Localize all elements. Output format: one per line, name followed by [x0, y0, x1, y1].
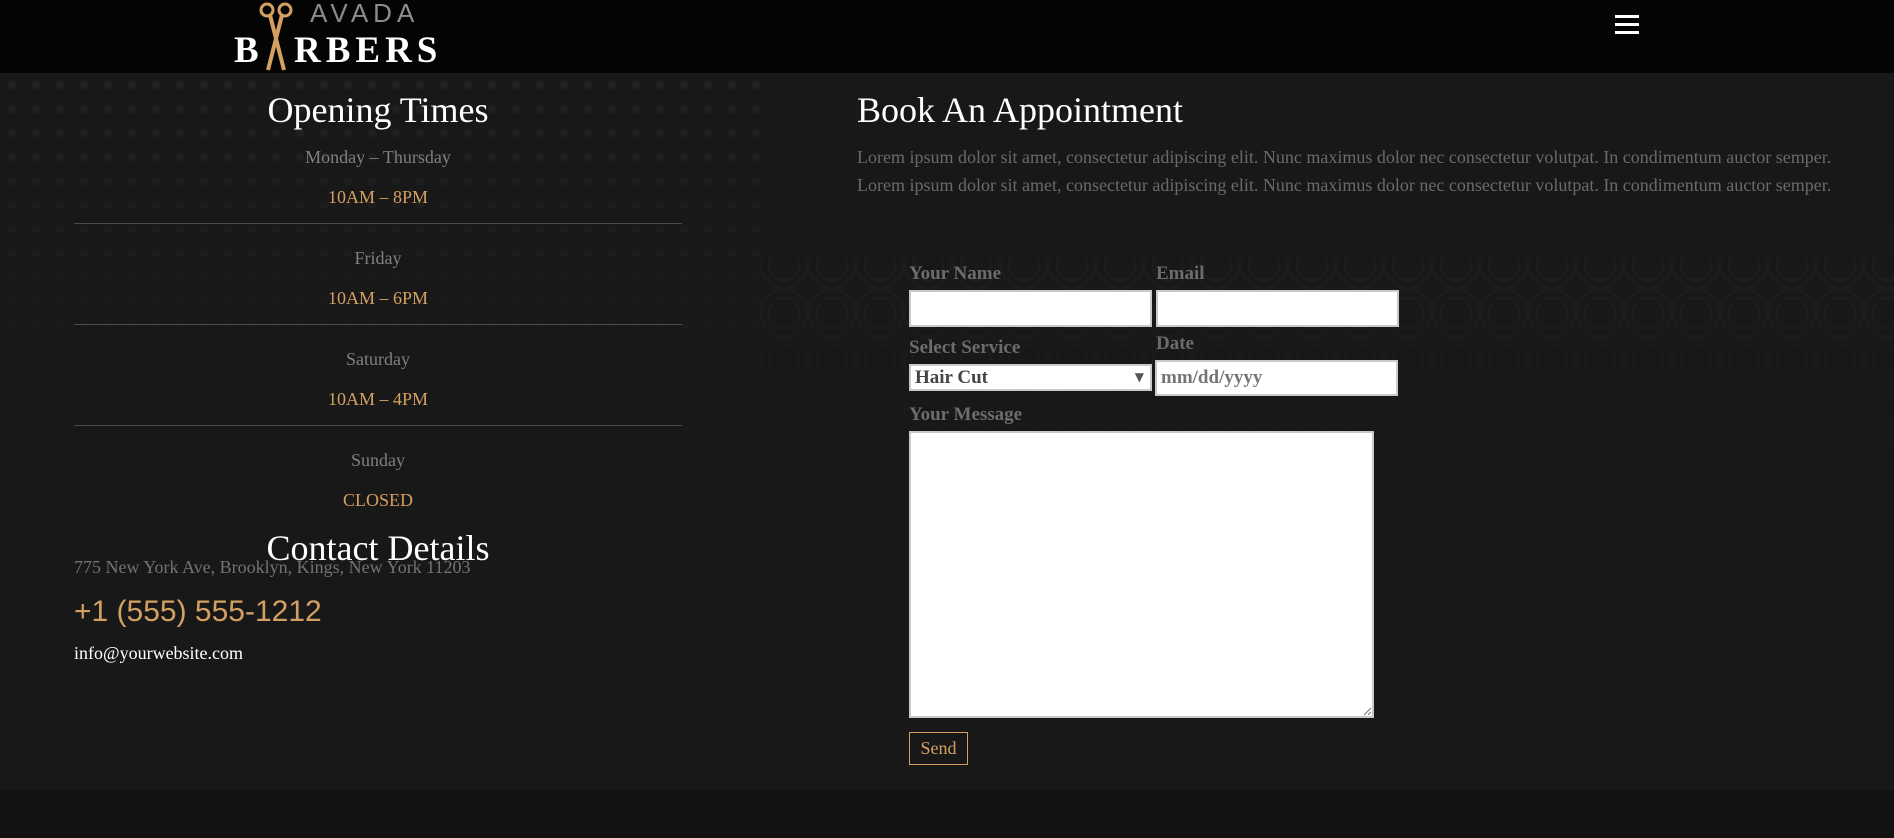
site-header: AVADA B RBERS	[0, 0, 1894, 73]
send-button[interactable]: Send	[909, 732, 968, 765]
scissors-icon	[259, 2, 293, 71]
site-logo[interactable]: AVADA B RBERS	[232, 0, 452, 73]
hours-row: Friday 10AM – 6PM	[74, 244, 682, 325]
opening-times-title: Opening Times	[267, 90, 489, 130]
booking-description: Lorem ipsum dolor sit amet, consectetur …	[857, 147, 1832, 195]
chevron-down-icon: ▼	[1134, 370, 1144, 384]
booking-title: Book An Appointment	[857, 90, 1184, 130]
hours-day: Saturday	[346, 349, 410, 369]
hours-row: Monday – Thursday 10AM – 8PM	[74, 143, 682, 224]
email-label: Email	[1156, 263, 1205, 284]
footer-strip	[0, 790, 1894, 838]
date-field[interactable]	[1155, 360, 1398, 396]
hours-day: Friday	[354, 248, 402, 268]
date-label: Date	[1156, 333, 1194, 354]
email-field[interactable]	[1156, 290, 1399, 327]
logo-barbers-text: RBERS	[294, 30, 443, 71]
service-label: Select Service	[909, 337, 1021, 358]
hours-row: Sunday CLOSED	[74, 446, 682, 526]
contact-address: 775 New York Ave, Brooklyn, Kings, New Y…	[74, 557, 471, 577]
message-textarea-wrap	[909, 431, 1374, 718]
hamburger-icon[interactable]	[1610, 10, 1644, 44]
hours-time: 10AM – 8PM	[327, 187, 429, 207]
message-textarea[interactable]	[909, 431, 1374, 718]
hours-day: Sunday	[351, 450, 405, 470]
hours-day: Monday – Thursday	[305, 147, 451, 167]
logo-letter-b: B	[234, 30, 259, 71]
name-field[interactable]	[909, 290, 1152, 327]
hours-time: 10AM – 4PM	[327, 389, 429, 409]
main-content: Opening Times Monday – Thursday 10AM – 8…	[0, 73, 1894, 790]
name-label: Your Name	[909, 263, 1002, 284]
service-select[interactable]: Hair Cut ▼	[909, 364, 1152, 391]
hours-time: CLOSED	[342, 490, 413, 510]
logo-avada-text: AVADA	[310, 0, 420, 28]
resize-handle-icon[interactable]	[1362, 706, 1372, 716]
hours-row: Saturday 10AM – 4PM	[74, 345, 682, 426]
service-selected-value: Hair Cut	[915, 367, 989, 388]
contact-phone[interactable]: +1 (555) 555-1212	[74, 595, 682, 629]
contact-email[interactable]: info@yourwebsite.com	[74, 643, 682, 664]
hours-time: 10AM – 6PM	[327, 288, 429, 308]
message-label: Your Message	[909, 404, 1023, 425]
